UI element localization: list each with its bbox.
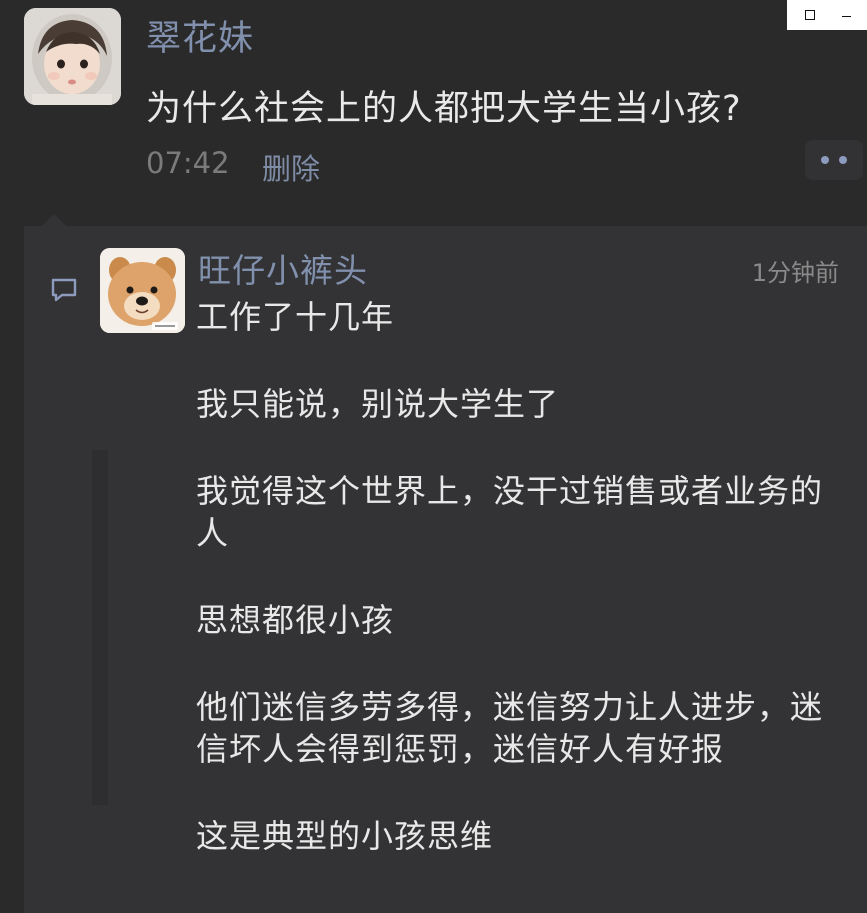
comment-author-avatar[interactable] (100, 248, 185, 333)
comment-body: 工作了十几年 我只能说，别说大学生了 我觉得这个世界上，没干过销售或者业务的人 … (196, 296, 831, 902)
more-dots-icon (821, 156, 829, 164)
comment-paragraph: 我只能说，别说大学生了 (196, 385, 560, 423)
comment-paragraph: 工作了十几年 (196, 298, 395, 336)
comment-paragraph: 这是典型的小孩思维 (196, 817, 494, 855)
comment-paragraph: 他们迷信多劳多得，迷信努力让人进步，迷信坏人会得到惩罚，迷信好人有好报 (196, 688, 824, 768)
comment-paragraph: 我觉得这个世界上，没干过销售或者业务的人 (196, 472, 824, 552)
moments-screen: 翠花妹 为什么社会上的人都把大学生当小孩? 07:42 删除 旺仔小裤头 1分钟… (0, 0, 867, 913)
panel-notch (42, 214, 66, 226)
panel-divider-strip (92, 450, 108, 805)
post-author-name[interactable]: 翠花妹 (146, 10, 254, 61)
child-avatar-icon (24, 8, 121, 105)
minimize-button[interactable] (839, 8, 853, 22)
window-controls (787, 0, 867, 30)
more-dots-icon (839, 156, 847, 164)
post-text: 为什么社会上的人都把大学生当小孩? (146, 89, 742, 129)
delete-link[interactable]: 删除 (262, 146, 320, 188)
comment-time: 1分钟前 (751, 259, 839, 287)
comment-paragraph: 思想都很小孩 (196, 601, 395, 639)
minus-icon (841, 15, 851, 17)
comment-author-name[interactable]: 旺仔小裤头 (198, 244, 368, 292)
post-author-avatar[interactable] (24, 8, 121, 105)
maximize-button[interactable] (803, 8, 817, 22)
dog-avatar-icon (100, 248, 185, 333)
square-icon (805, 10, 815, 20)
more-actions-button[interactable] (805, 140, 863, 180)
post-time: 07:42 (146, 146, 230, 180)
comment-icon (51, 278, 77, 302)
